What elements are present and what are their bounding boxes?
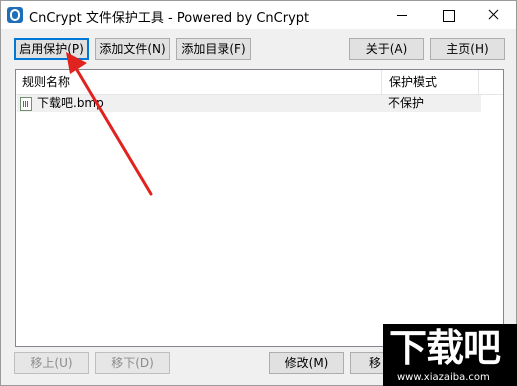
window-title: CnCrypt 文件保护工具 - Powered by CnCrypt <box>29 11 310 26</box>
watermark-logo-text: 下载吧 <box>389 326 501 370</box>
close-icon[interactable] <box>470 1 516 29</box>
rule-list[interactable]: 规则名称 保护模式 下载吧.bmp 不保护 <box>15 69 504 347</box>
title-bar: CnCrypt 文件保护工具 - Powered by CnCrypt <box>1 1 516 29</box>
minimize-icon[interactable] <box>379 1 425 29</box>
list-header: 规则名称 保护模式 <box>16 70 503 95</box>
column-header-protect-mode[interactable]: 保护模式 <box>383 70 479 94</box>
protect-mode-cell: 不保护 <box>388 96 425 110</box>
maximize-icon[interactable] <box>425 1 471 29</box>
about-button[interactable]: 关于(A) <box>349 38 424 60</box>
move-up-button[interactable]: 移上(U) <box>14 352 89 374</box>
modify-button[interactable]: 修改(M) <box>269 352 344 374</box>
rule-name-cell: 下载吧.bmp <box>37 96 104 110</box>
watermark-url: www.xiazaiba.com <box>397 372 490 383</box>
table-row[interactable]: 下载吧.bmp 不保护 <box>17 95 481 112</box>
image-file-icon <box>20 97 32 111</box>
lock-icon <box>7 7 23 23</box>
column-header-rule-name[interactable]: 规则名称 <box>16 70 382 94</box>
add-file-button[interactable]: 添加文件(N) <box>95 38 170 60</box>
home-button[interactable]: 主页(H) <box>430 38 505 60</box>
add-directory-button[interactable]: 添加目录(F) <box>176 38 251 60</box>
enable-protect-button[interactable]: 启用保护(P) <box>14 38 89 60</box>
site-watermark: 下载吧 www.xiazaiba.com <box>383 324 517 386</box>
move-down-button[interactable]: 移下(D) <box>95 352 170 374</box>
